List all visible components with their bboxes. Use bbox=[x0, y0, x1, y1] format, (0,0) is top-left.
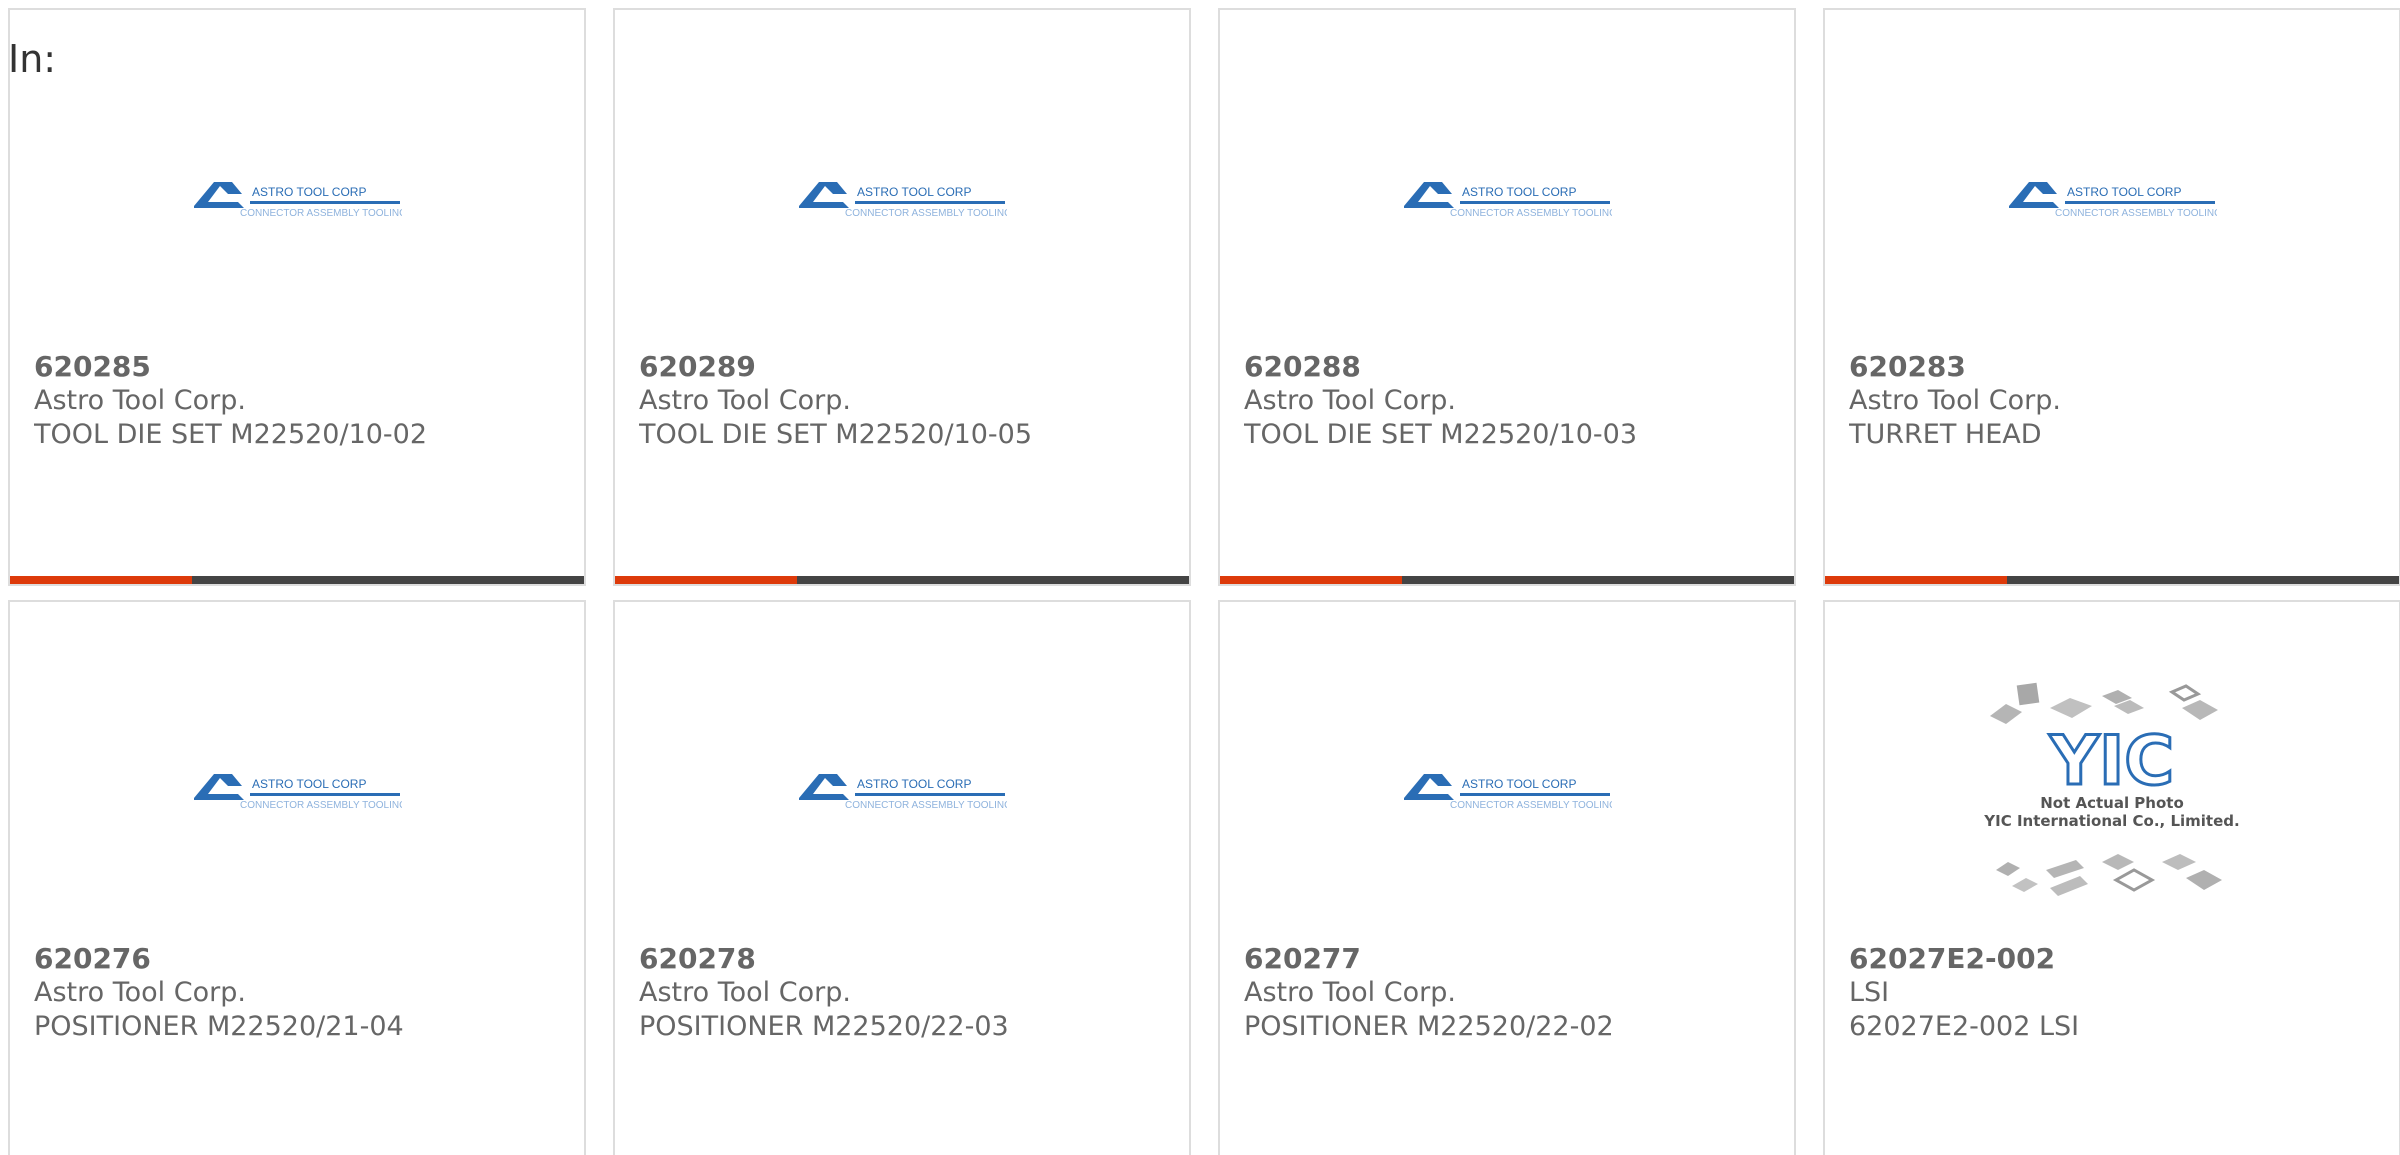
astro-tool-corp-logo: ASTRO TOOL CORP CONNECTOR ASSEMBLY TOOLI… bbox=[1220, 70, 1794, 330]
product-info: 620283 Astro Tool Corp. TURRET HEAD bbox=[1849, 350, 2389, 452]
description: 62027E2-002 LSI bbox=[1849, 1011, 2080, 1042]
manufacturer: Astro Tool Corp. bbox=[1244, 977, 1456, 1008]
svg-text:CONNECTOR ASSEMBLY TOOLING: CONNECTOR ASSEMBLY TOOLING bbox=[845, 800, 1007, 811]
svg-text:CONNECTOR ASSEMBLY TOOLING: CONNECTOR ASSEMBLY TOOLING bbox=[240, 800, 402, 811]
part-number[interactable]: 620283 bbox=[1849, 350, 2389, 384]
svg-text:ASTRO TOOL CORP: ASTRO TOOL CORP bbox=[2067, 185, 2181, 199]
part-number[interactable]: 620289 bbox=[639, 350, 1179, 384]
yic-placeholder-image: YIC Not Actual Photo YIC International C… bbox=[1825, 662, 2399, 922]
svg-text:ASTRO TOOL CORP: ASTRO TOOL CORP bbox=[857, 777, 971, 791]
card-bottom-bar bbox=[10, 576, 584, 584]
product-card[interactable]: ASTRO TOOL CORP CONNECTOR ASSEMBLY TOOLI… bbox=[1218, 600, 1796, 1155]
astro-tool-corp-logo: ASTRO TOOL CORP CONNECTOR ASSEMBLY TOOLI… bbox=[615, 662, 1189, 922]
svg-text:YIC: YIC bbox=[2049, 722, 2174, 801]
svg-text:CONNECTOR ASSEMBLY TOOLING: CONNECTOR ASSEMBLY TOOLING bbox=[2055, 208, 2217, 219]
card-accent-bar bbox=[615, 576, 797, 584]
svg-text:CONNECTOR ASSEMBLY TOOLING: CONNECTOR ASSEMBLY TOOLING bbox=[1450, 800, 1612, 811]
filter-in-label: In: bbox=[8, 37, 57, 81]
product-info: 620289 Astro Tool Corp. TOOL DIE SET M22… bbox=[639, 350, 1179, 452]
svg-text:ASTRO TOOL CORP: ASTRO TOOL CORP bbox=[1462, 185, 1576, 199]
product-card[interactable]: ASTRO TOOL CORP CONNECTOR ASSEMBLY TOOLI… bbox=[613, 8, 1191, 586]
svg-text:CONNECTOR ASSEMBLY TOOLING: CONNECTOR ASSEMBLY TOOLING bbox=[1450, 208, 1612, 219]
part-number[interactable]: 620276 bbox=[34, 942, 574, 976]
product-info: 620276 Astro Tool Corp. POSITIONER M2252… bbox=[34, 942, 574, 1044]
description: TOOL DIE SET M22520/10-03 bbox=[1244, 419, 1638, 450]
manufacturer: Astro Tool Corp. bbox=[639, 385, 851, 416]
product-info: 62027E2-002 LSI 62027E2-002 LSI bbox=[1849, 942, 2389, 1044]
manufacturer: Astro Tool Corp. bbox=[639, 977, 851, 1008]
svg-text:ASTRO TOOL CORP: ASTRO TOOL CORP bbox=[252, 185, 366, 199]
manufacturer: LSI bbox=[1849, 977, 1890, 1008]
description: TURRET HEAD bbox=[1849, 419, 2042, 450]
product-card[interactable]: ASTRO TOOL CORP CONNECTOR ASSEMBLY TOOLI… bbox=[1823, 8, 2400, 586]
page: In: ASTRO TOOL CORP CONNECTOR ASSEMBLY T… bbox=[0, 0, 2400, 1155]
part-number[interactable]: 62027E2-002 bbox=[1849, 942, 2389, 976]
part-number[interactable]: 620288 bbox=[1244, 350, 1784, 384]
card-accent-bar bbox=[1220, 576, 1402, 584]
manufacturer: Astro Tool Corp. bbox=[34, 385, 246, 416]
part-number[interactable]: 620277 bbox=[1244, 942, 1784, 976]
card-bottom-bar bbox=[1220, 576, 1794, 584]
svg-text:CONNECTOR ASSEMBLY TOOLING: CONNECTOR ASSEMBLY TOOLING bbox=[845, 208, 1007, 219]
product-info: 620277 Astro Tool Corp. POSITIONER M2252… bbox=[1244, 942, 1784, 1044]
product-card[interactable]: ASTRO TOOL CORP CONNECTOR ASSEMBLY TOOLI… bbox=[613, 600, 1191, 1155]
astro-tool-corp-logo: ASTRO TOOL CORP CONNECTOR ASSEMBLY TOOLI… bbox=[1825, 70, 2399, 330]
svg-text:Not Actual Photo: Not Actual Photo bbox=[2040, 794, 2184, 812]
product-card[interactable]: YIC Not Actual Photo YIC International C… bbox=[1823, 600, 2400, 1155]
description: TOOL DIE SET M22520/10-05 bbox=[639, 419, 1033, 450]
astro-tool-corp-logo: ASTRO TOOL CORP CONNECTOR ASSEMBLY TOOLI… bbox=[10, 70, 584, 330]
description: POSITIONER M22520/21-04 bbox=[34, 1011, 404, 1042]
svg-text:CONNECTOR ASSEMBLY TOOLING: CONNECTOR ASSEMBLY TOOLING bbox=[240, 208, 402, 219]
card-bottom-bar bbox=[615, 576, 1189, 584]
svg-text:ASTRO TOOL CORP: ASTRO TOOL CORP bbox=[252, 777, 366, 791]
astro-tool-corp-logo: ASTRO TOOL CORP CONNECTOR ASSEMBLY TOOLI… bbox=[615, 70, 1189, 330]
description: POSITIONER M22520/22-03 bbox=[639, 1011, 1009, 1042]
product-info: 620278 Astro Tool Corp. POSITIONER M2252… bbox=[639, 942, 1179, 1044]
part-number[interactable]: 620285 bbox=[34, 350, 574, 384]
card-accent-bar bbox=[10, 576, 192, 584]
product-grid: ASTRO TOOL CORP CONNECTOR ASSEMBLY TOOLI… bbox=[8, 8, 2400, 1155]
product-card[interactable]: ASTRO TOOL CORP CONNECTOR ASSEMBLY TOOLI… bbox=[8, 8, 586, 586]
product-info: 620288 Astro Tool Corp. TOOL DIE SET M22… bbox=[1244, 350, 1784, 452]
card-bottom-bar bbox=[1825, 576, 2399, 584]
svg-text:YIC International Co., Limited: YIC International Co., Limited. bbox=[1983, 812, 2239, 830]
manufacturer: Astro Tool Corp. bbox=[1849, 385, 2061, 416]
astro-tool-corp-logo: ASTRO TOOL CORP CONNECTOR ASSEMBLY TOOLI… bbox=[10, 662, 584, 922]
product-card[interactable]: ASTRO TOOL CORP CONNECTOR ASSEMBLY TOOLI… bbox=[1218, 8, 1796, 586]
description: TOOL DIE SET M22520/10-02 bbox=[34, 419, 428, 450]
card-accent-bar bbox=[1825, 576, 2007, 584]
description: POSITIONER M22520/22-02 bbox=[1244, 1011, 1614, 1042]
svg-text:ASTRO TOOL CORP: ASTRO TOOL CORP bbox=[857, 185, 971, 199]
svg-text:ASTRO TOOL CORP: ASTRO TOOL CORP bbox=[1462, 777, 1576, 791]
manufacturer: Astro Tool Corp. bbox=[34, 977, 246, 1008]
product-info: 620285 Astro Tool Corp. TOOL DIE SET M22… bbox=[34, 350, 574, 452]
product-card[interactable]: ASTRO TOOL CORP CONNECTOR ASSEMBLY TOOLI… bbox=[8, 600, 586, 1155]
part-number[interactable]: 620278 bbox=[639, 942, 1179, 976]
astro-tool-corp-logo: ASTRO TOOL CORP CONNECTOR ASSEMBLY TOOLI… bbox=[1220, 662, 1794, 922]
manufacturer: Astro Tool Corp. bbox=[1244, 385, 1456, 416]
